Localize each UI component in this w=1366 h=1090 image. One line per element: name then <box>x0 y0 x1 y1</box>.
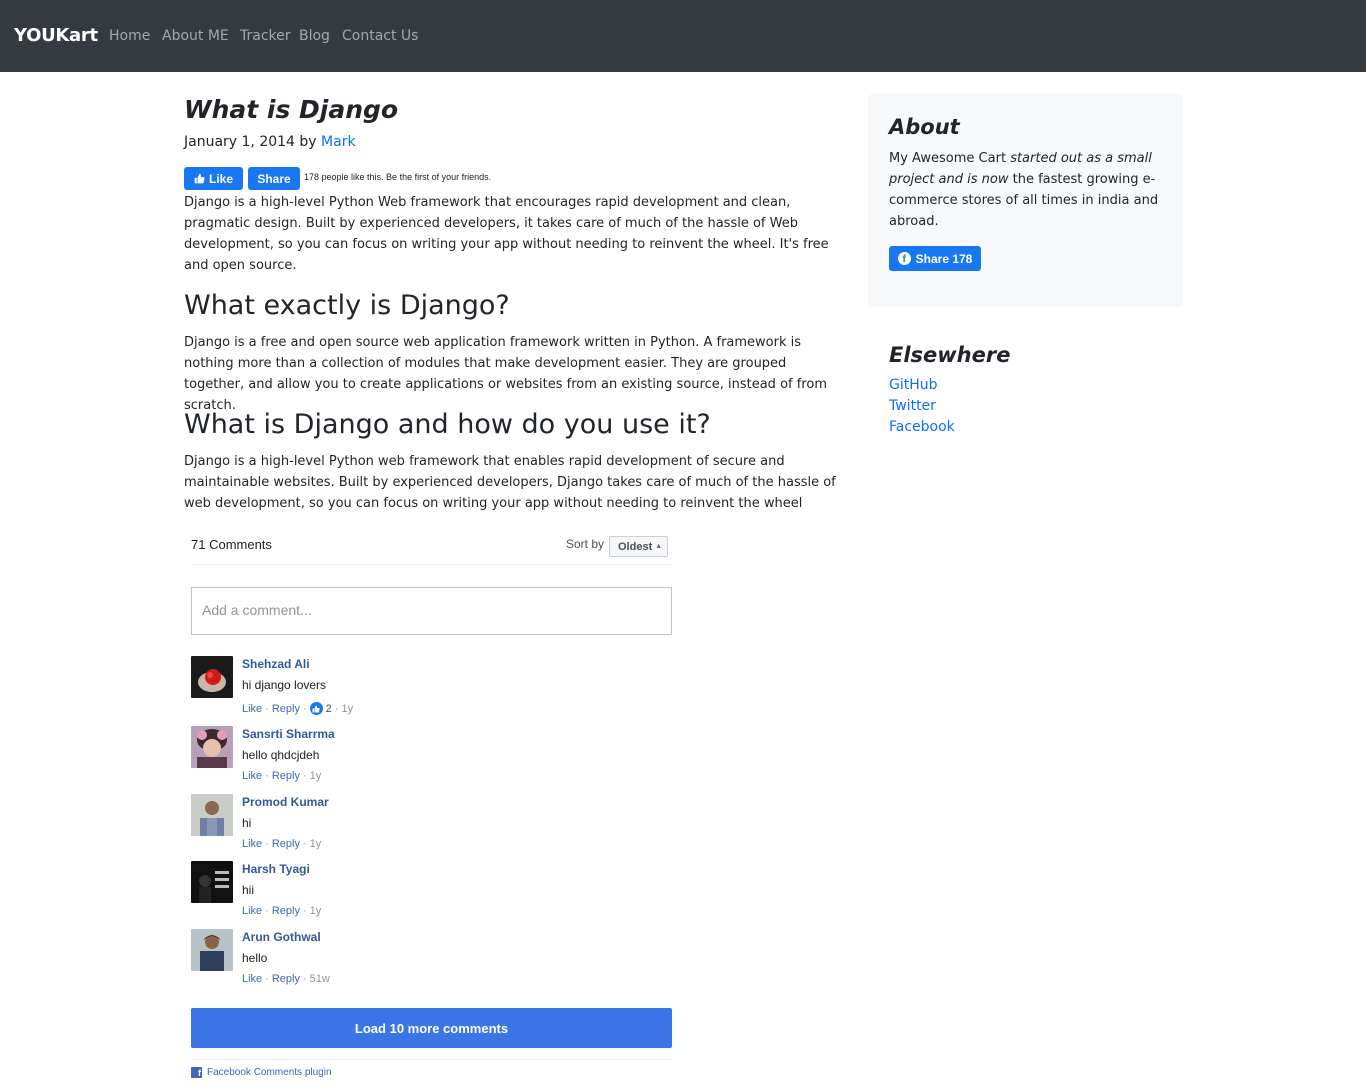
comment-reply-link[interactable]: Reply <box>272 905 300 917</box>
comment-actions: Like · Reply · 1y <box>242 770 322 782</box>
sort-select-value: Oldest <box>618 540 653 553</box>
facebook-icon: f <box>191 1067 202 1078</box>
facebook-link[interactable]: Facebook <box>889 419 955 435</box>
comment-item: Arun Gothwal hello Like · Reply · 51w <box>191 929 672 991</box>
facebook-icon: f <box>897 252 911 265</box>
post-meta: January 1, 2014 by Mark <box>184 134 356 150</box>
section1-text: Django is a free and open source web app… <box>184 335 827 413</box>
avatar[interactable] <box>191 794 233 836</box>
comment-reply-link[interactable]: Reply <box>272 838 300 850</box>
comment-like-count: 2 <box>325 702 332 715</box>
comment-text: hi <box>242 816 252 830</box>
post-title: What is Django <box>184 95 399 124</box>
fb-like-label: Like <box>208 171 233 186</box>
comment-item: Sansrti Sharrma hello qhdcjdeh Like · Rep… <box>191 726 672 788</box>
comment-author[interactable]: Sansrti Sharrma <box>242 727 335 741</box>
comment-like-link[interactable]: Like <box>242 973 262 985</box>
comment-like-link[interactable]: Like <box>242 770 262 782</box>
sort-arrows-icon: ▲︎ <box>655 543 663 550</box>
comment-reply-link[interactable]: Reply <box>272 770 300 782</box>
comment-reply-link[interactable]: Reply <box>272 973 300 985</box>
github-link[interactable]: GitHub <box>889 377 938 393</box>
nav-link-tracker[interactable]: Tracker <box>240 28 291 44</box>
comment-actions: Like · Reply · 1y <box>242 905 322 917</box>
share-count-label: Share 178 <box>915 251 973 266</box>
section1-heading: What exactly is Django? <box>184 290 510 321</box>
avatar[interactable] <box>191 726 233 768</box>
comment-item: Shehzad Ali hi django lovers Like · Reply… <box>191 656 672 718</box>
post-date: January 1, 2014 <box>184 134 295 150</box>
about-heading: About <box>889 115 960 139</box>
post-author-link[interactable]: Mark <box>321 134 356 150</box>
avatar[interactable] <box>191 861 233 903</box>
fb-share-button[interactable]: Share <box>248 167 300 190</box>
comment-age: 1y <box>341 702 354 715</box>
fb-share-label: Share <box>257 171 291 186</box>
twitter-link[interactable]: Twitter <box>889 398 936 414</box>
comment-author[interactable]: Harsh Tyagi <box>242 862 310 876</box>
comment-age: 1y <box>309 770 322 782</box>
post-intro: Django is a high-level Python Web framew… <box>184 195 829 273</box>
nav-link-contact[interactable]: Contact Us <box>342 28 418 44</box>
comment-actions: Like · Reply · 1y <box>242 838 322 850</box>
load-more-comments-button[interactable]: Load 10 more comments <box>191 1008 672 1048</box>
facebook-share-button[interactable]: f Share 178 <box>889 246 981 271</box>
comment-age: 1y <box>309 838 322 850</box>
sort-select[interactable]: Oldest ▲︎ <box>609 536 668 557</box>
comment-text: hi django lovers <box>242 678 327 692</box>
comment-age: 51w <box>309 973 330 985</box>
add-comment-input[interactable]: Add a comment... <box>191 587 672 635</box>
about-text: My Awesome Cart started out as a small p… <box>889 148 1164 232</box>
comment-text: hello qhdcjdeh <box>242 748 320 762</box>
thumbs-up-icon <box>194 173 205 184</box>
comment-text: hii <box>242 883 255 897</box>
comment-like-link[interactable]: Like <box>242 905 262 917</box>
nav-link-about[interactable]: About ME <box>162 28 229 44</box>
comment-item: Promod Kumar hi Like · Reply · 1y <box>191 794 672 856</box>
comment-actions: Like · Reply · 2 · 1y <box>242 702 354 715</box>
comments-divider <box>191 564 672 565</box>
plugin-divider <box>191 1059 672 1060</box>
post-by: by <box>299 134 317 150</box>
comment-like-link[interactable]: Like <box>242 703 262 715</box>
comment-actions: Like · Reply · 51w <box>242 973 330 985</box>
comment-like-link[interactable]: Like <box>242 838 262 850</box>
avatar[interactable] <box>191 656 233 698</box>
avatar[interactable] <box>191 929 233 971</box>
comment-age: 1y <box>309 905 322 917</box>
facebook-comments-plugin-link[interactable]: f Facebook Comments plugin <box>191 1067 332 1078</box>
comment-author[interactable]: Shehzad Ali <box>242 657 310 671</box>
comment-item: Harsh Tyagi hii Like · Reply · 1y <box>191 861 672 923</box>
comment-reply-link[interactable]: Reply <box>272 703 300 715</box>
elsewhere-heading: Elsewhere <box>889 343 1011 367</box>
like-reaction-icon <box>309 702 323 715</box>
nav-link-home[interactable]: Home <box>109 28 150 44</box>
comment-author[interactable]: Arun Gothwal <box>242 930 321 944</box>
sort-by-label: Sort by <box>566 537 605 551</box>
brand-logo[interactable]: YOUKart <box>14 25 98 46</box>
fb-like-button[interactable]: Like <box>184 167 243 190</box>
about-text-part1: My Awesome Cart <box>889 151 1011 166</box>
section2-heading: What is Django and how do you use it? <box>184 409 711 440</box>
comment-author[interactable]: Promod Kumar <box>242 795 329 809</box>
fb-like-count-text: 178 people like this. Be the first of yo… <box>304 172 492 182</box>
navbar: YOUKart Home About ME Tracker Blog Conta… <box>0 0 1366 72</box>
comments-count: 71 Comments <box>191 537 272 552</box>
nav-link-blog[interactable]: Blog <box>299 28 330 44</box>
section2-text: Django is a high-level Python web framew… <box>184 454 836 511</box>
plugin-label: Facebook Comments plugin <box>207 1067 332 1078</box>
comment-text: hello <box>242 951 268 965</box>
